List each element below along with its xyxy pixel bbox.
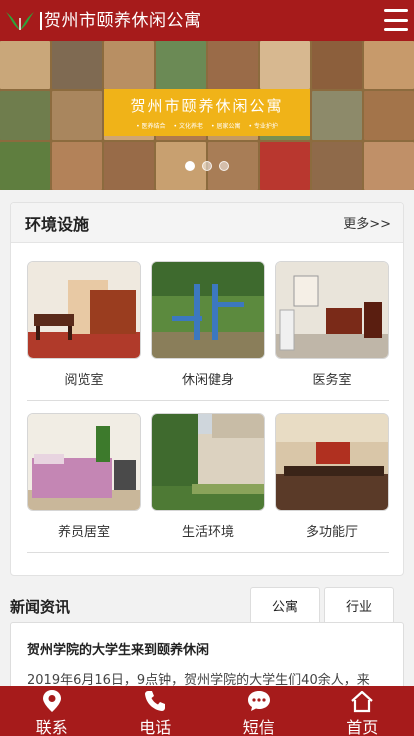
nav-label: 联系 bbox=[35, 718, 68, 736]
facility-bedroom[interactable]: 养员居室 bbox=[27, 413, 141, 552]
location-pin-icon bbox=[39, 689, 65, 713]
facility-multipurpose-hall[interactable]: 多功能厅 bbox=[275, 413, 389, 552]
carousel-dot[interactable] bbox=[202, 161, 212, 171]
reading-room-photo bbox=[27, 261, 141, 359]
news-headline[interactable]: 贺州学院的大学生来到颐养休闲 bbox=[27, 639, 387, 658]
nav-sms[interactable]: 短信 bbox=[207, 686, 311, 736]
banner-subtitle: • 居家公寓 bbox=[211, 123, 241, 130]
facilities-grid: 阅览室 休闲健身 医务室 养员居室 生活环境 多功能厅 bbox=[27, 261, 389, 553]
bottom-nav: 联系 电话 短信 首页 bbox=[0, 686, 414, 736]
site-title: 贺州市颐养休闲公寓 bbox=[40, 11, 202, 30]
facility-label: 生活环境 bbox=[181, 525, 234, 540]
banner-subtitle: • 医养结合 bbox=[136, 123, 166, 130]
facility-label: 多功能厅 bbox=[305, 525, 358, 540]
nav-contact[interactable]: 联系 bbox=[0, 686, 104, 736]
hamburger-menu-icon[interactable] bbox=[384, 9, 408, 31]
facilities-header: 环境设施 更多>> bbox=[11, 203, 403, 243]
carousel-dot[interactable] bbox=[219, 161, 229, 171]
phone-icon bbox=[142, 689, 168, 713]
facility-label: 养员居室 bbox=[57, 525, 110, 540]
facilities-title: 环境设施 bbox=[25, 214, 90, 234]
nav-label: 首页 bbox=[346, 718, 379, 736]
nav-phone[interactable]: 电话 bbox=[104, 686, 208, 736]
nav-home[interactable]: 首页 bbox=[311, 686, 414, 736]
facility-clinic[interactable]: 医务室 bbox=[275, 261, 389, 400]
banner-title: 贺州市颐养休闲公寓 bbox=[130, 97, 284, 115]
page: 贺州市颐养休闲公寓 贺州市颐养休闲公寓 • 医养结合 • 文化养老 • 居家公寓… bbox=[0, 0, 414, 736]
facility-label: 医务室 bbox=[312, 373, 352, 388]
facility-label: 休闲健身 bbox=[181, 373, 234, 388]
tab-apartment[interactable]: 公寓 bbox=[250, 587, 320, 623]
facilities-row: 养员居室 生活环境 多功能厅 bbox=[27, 413, 389, 553]
multipurpose-hall-photo bbox=[275, 413, 389, 511]
facilities-section: 环境设施 更多>> 阅览室 休闲健身 医务室 养员居室 生活环境 多功能厅 bbox=[10, 202, 404, 576]
facilities-row: 阅览室 休闲健身 医务室 bbox=[27, 261, 389, 401]
facility-label: 阅览室 bbox=[64, 373, 104, 388]
bedroom-photo bbox=[27, 413, 141, 511]
facility-reading-room[interactable]: 阅览室 bbox=[27, 261, 141, 400]
more-link[interactable]: 更多>> bbox=[343, 213, 391, 232]
carousel-dots bbox=[185, 161, 229, 171]
nav-label: 电话 bbox=[139, 718, 172, 736]
facility-fitness[interactable]: 休闲健身 bbox=[151, 261, 265, 400]
leaf-logo-icon[interactable] bbox=[0, 0, 40, 41]
environment-photo bbox=[151, 413, 265, 511]
chat-bubble-icon bbox=[246, 689, 272, 713]
top-header: 贺州市颐养休闲公寓 bbox=[0, 0, 414, 41]
carousel-dot[interactable] bbox=[185, 161, 195, 171]
banner-subtitle: • 专业护护 bbox=[248, 123, 278, 130]
banner-subtitles: • 医养结合 • 文化养老 • 居家公寓 • 专业护护 bbox=[104, 121, 310, 130]
facility-environment[interactable]: 生活环境 bbox=[151, 413, 265, 552]
tab-industry[interactable]: 行业 bbox=[324, 587, 394, 623]
clinic-photo bbox=[275, 261, 389, 359]
news-section-title: 新闻资讯 bbox=[10, 598, 71, 616]
home-icon bbox=[349, 689, 375, 713]
nav-label: 短信 bbox=[242, 718, 275, 736]
fitness-photo bbox=[151, 261, 265, 359]
banner-caption: 贺州市颐养休闲公寓 • 医养结合 • 文化养老 • 居家公寓 • 专业护护 bbox=[104, 89, 310, 136]
banner-subtitle: • 文化养老 bbox=[173, 123, 203, 130]
